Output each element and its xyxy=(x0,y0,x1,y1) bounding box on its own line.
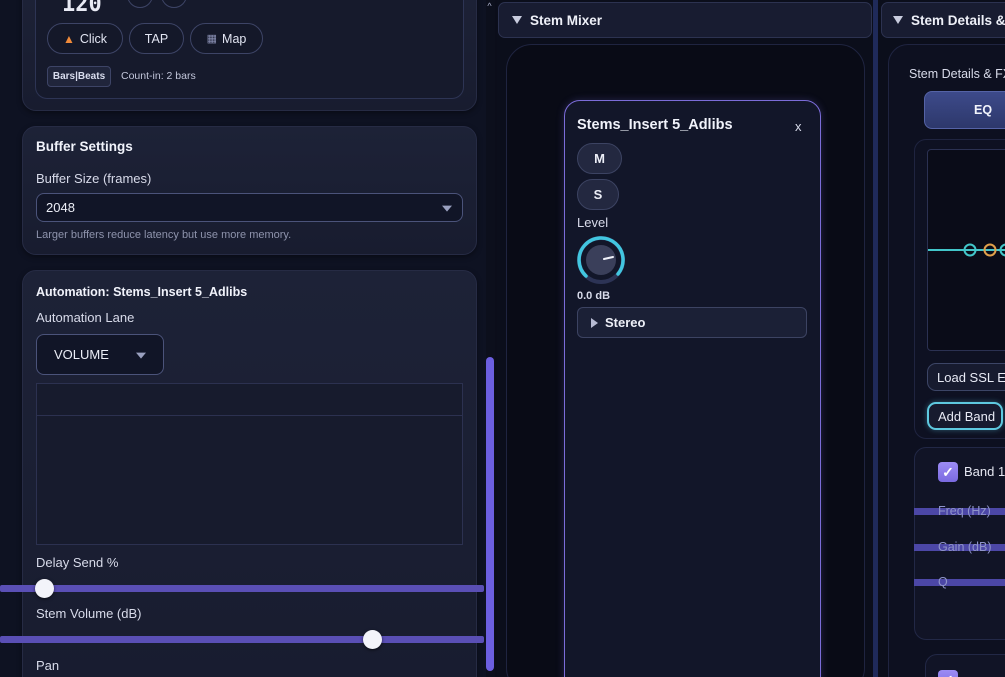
expand-triangle-icon xyxy=(591,317,598,328)
eq-curve-graph[interactable] xyxy=(927,149,1005,351)
scroll-up-icon[interactable]: ^ xyxy=(484,1,495,12)
solo-button[interactable]: S xyxy=(577,179,619,210)
level-knob-body xyxy=(586,245,616,275)
stem-details-header[interactable]: Stem Details & FX xyxy=(881,2,1005,38)
buffer-size-select[interactable]: 2048 xyxy=(36,193,463,222)
collapse-triangle-icon xyxy=(893,16,903,24)
output-expander[interactable]: Stereo xyxy=(577,307,807,338)
buffer-size-hint: Larger buffers reduce latency but use mo… xyxy=(36,229,292,241)
automation-lane-canvas[interactable] xyxy=(36,383,463,545)
delay-send-slider[interactable] xyxy=(0,585,484,592)
gain-label: Gain (dB) xyxy=(938,540,992,554)
tempo-display: 120 xyxy=(62,0,102,17)
level-value: 0.0 dB xyxy=(577,290,611,302)
count-in-label: Count-in: 2 bars xyxy=(121,70,196,82)
automation-lane-value: VOLUME xyxy=(54,347,109,362)
collapse-triangle-icon xyxy=(512,16,522,24)
tab-eq[interactable]: EQ xyxy=(924,91,1005,129)
add-band-button[interactable]: Add Band xyxy=(927,402,1003,430)
band-enable-checkbox-next[interactable]: ✓ xyxy=(938,670,958,677)
stem-mixer-title: Stem Mixer xyxy=(530,12,603,28)
automation-title: Automation: Stems_Insert 5_Adlibs xyxy=(36,285,248,299)
automation-lane-label: Automation Lane xyxy=(36,310,135,325)
tap-button-label: TAP xyxy=(144,31,169,46)
load-preset-button[interactable]: Load SSL E- xyxy=(927,363,1005,391)
level-label: Level xyxy=(577,215,609,230)
band-label: Band 1 xyxy=(964,464,1005,479)
map-button-label: Map xyxy=(222,31,247,46)
map-icon: ▦ xyxy=(206,33,218,45)
freq-label: Freq (Hz) xyxy=(938,504,991,518)
q-label: Q xyxy=(938,575,948,589)
band-card-next xyxy=(925,654,1005,677)
band-enable-checkbox[interactable]: ✓ xyxy=(938,462,958,482)
automation-lane-select[interactable]: VOLUME xyxy=(36,334,164,375)
bars-beats-toggle[interactable]: Bars|Beats xyxy=(47,66,111,87)
stem-details-subtitle: Stem Details & FX xyxy=(909,67,1005,81)
level-knob[interactable] xyxy=(575,234,627,286)
delay-send-slider-thumb[interactable] xyxy=(35,579,54,598)
map-button[interactable]: ▦ Map xyxy=(190,23,263,54)
tap-button[interactable]: TAP xyxy=(129,23,184,54)
metronome-icon: ▲ xyxy=(63,31,75,46)
pan-label: Pan xyxy=(36,658,60,673)
eq-curve xyxy=(928,243,1005,257)
buffer-size-label: Buffer Size (frames) xyxy=(36,171,152,186)
stem-volume-slider[interactable] xyxy=(0,636,484,643)
tab-eq-label: EQ xyxy=(974,103,993,117)
click-button[interactable]: ▲ Click xyxy=(47,23,123,54)
strip-name: Stems_Insert 5_Adlibs xyxy=(577,117,733,133)
stem-mixer-header[interactable]: Stem Mixer xyxy=(498,2,872,38)
buffer-settings-title: Buffer Settings xyxy=(36,139,133,154)
stem-details-title: Stem Details & FX xyxy=(911,12,1005,28)
left-scrollbar-thumb[interactable] xyxy=(486,357,494,671)
stem-volume-slider-thumb[interactable] xyxy=(363,630,382,649)
output-label: Stereo xyxy=(605,315,646,330)
chevron-down-icon xyxy=(442,205,452,212)
buffer-size-value: 2048 xyxy=(46,200,75,215)
mute-button[interactable]: M xyxy=(577,143,622,174)
chevron-down-icon xyxy=(136,352,146,359)
left-panel: 120 ▲ Click TAP ▦ Map Bars|Beats Count-i… xyxy=(0,0,486,677)
q-slider[interactable] xyxy=(914,579,1005,586)
automation-lane-gridline xyxy=(37,415,462,416)
stem-volume-label: Stem Volume (dB) xyxy=(36,606,142,621)
delay-send-label: Delay Send % xyxy=(36,555,119,570)
strip-close-button[interactable]: x xyxy=(795,119,802,134)
click-button-label: Click xyxy=(79,31,107,46)
